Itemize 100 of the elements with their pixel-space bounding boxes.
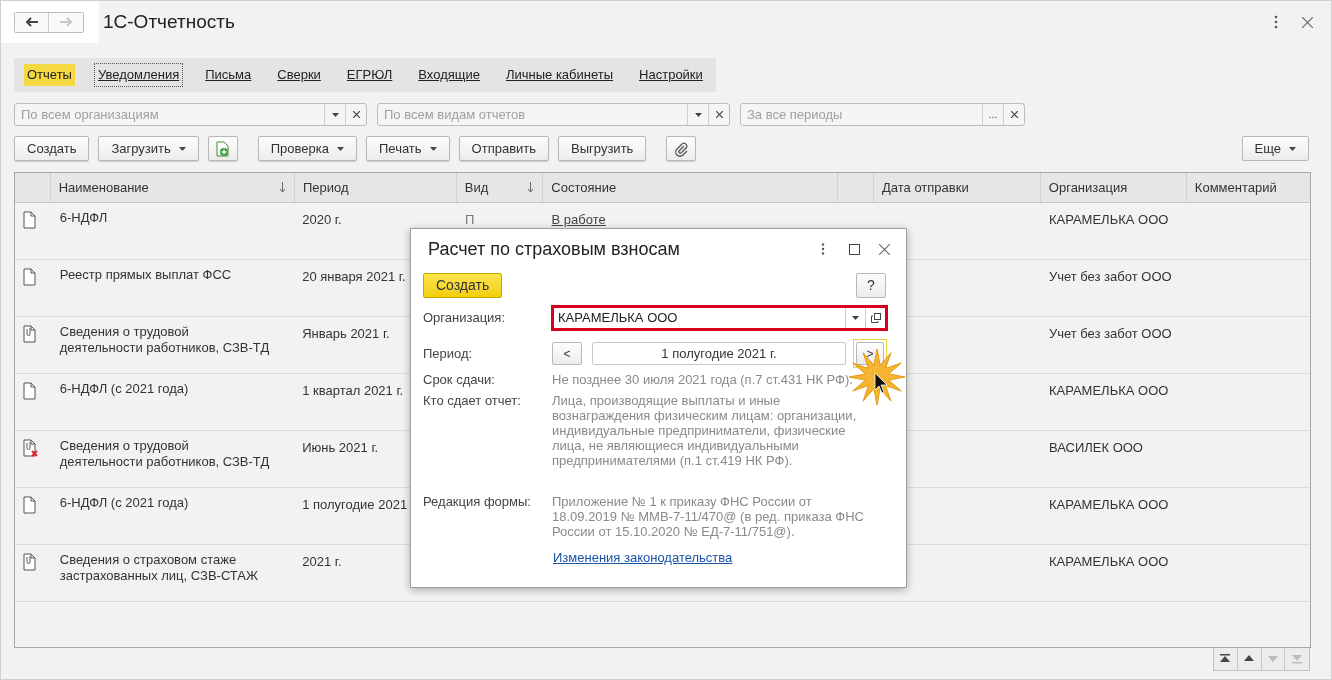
document-error-icon (22, 439, 38, 457)
table-cell: Реестр прямых выплат ФСС (59, 267, 232, 282)
table-cell: Сведения о трудовой деятельности работников, СЗВ-ТД (59, 438, 270, 469)
up-arrow-icon (1219, 654, 1232, 664)
period-field: 1 полугодие 2021 г. (592, 342, 846, 365)
more-icon[interactable] (1274, 15, 1278, 29)
table-cell: 2021 г. (302, 554, 342, 569)
caret-icon (331, 112, 339, 117)
table-cell: 6-НДФЛ (с 2021 года) (59, 381, 189, 396)
table-cell: Учет без забот ООО (1048, 326, 1172, 341)
field-label: Кто сдает отчет: (423, 393, 522, 410)
document-plus-icon (215, 140, 230, 157)
maximize-icon[interactable] (849, 243, 860, 255)
add-document-button[interactable] (207, 136, 238, 161)
legislation-link[interactable]: Изменения законодательства (553, 550, 733, 565)
organization-field[interactable]: КАРАМЕЛЬКА ООО (551, 305, 888, 331)
down-arrow-icon (1266, 654, 1279, 664)
caret-icon (337, 146, 344, 151)
table-cell: КАРАМЕЛЬКА ООО (1048, 212, 1169, 227)
document-icon (22, 496, 38, 514)
sort-arrow-icon (278, 182, 286, 193)
tab[interactable]: ЕГРЮЛ (343, 64, 396, 86)
filter-field[interactable]: По всем организациям (14, 103, 367, 126)
clipped-document-icon (22, 553, 38, 571)
filter-input[interactable]: По всем видам отчетов (378, 104, 687, 125)
column-header[interactable]: Состояние (543, 173, 839, 202)
column-header[interactable]: Дата отправки (874, 173, 1041, 202)
attach-button[interactable] (666, 136, 697, 161)
table-cell: КАРАМЕЛЬКА ООО (1048, 497, 1169, 512)
more-button[interactable]: Еще (1241, 136, 1309, 161)
caret-icon (852, 316, 859, 320)
close-icon (352, 111, 360, 118)
table-cell: 20 января 2021 г. (302, 269, 406, 284)
field-label: Организация: (423, 309, 507, 328)
column-header[interactable]: Комментарий (1186, 173, 1310, 202)
menu-button[interactable]: Печать (366, 136, 450, 161)
table-cell: Сведения о страховом стаже застрахованных лиц, СЗВ-СТАЖ (59, 552, 259, 583)
table-cell: Учет без забот ООО (1048, 269, 1172, 284)
caret-icon (178, 146, 186, 151)
sort-arrow-icon (527, 182, 535, 193)
toolbar-button[interactable]: Отправить (458, 136, 550, 161)
close-icon[interactable] (1302, 16, 1313, 28)
caret-icon (429, 146, 437, 151)
info-text: Приложение № 1 к приказу ФНС России от 18.09.2019 № ММВ-7-11/470@ (в ред. приказа ФНС России от 15.10.2020 № ЕД-7-11/751@). (552, 494, 865, 539)
menu-button[interactable]: Проверка (257, 136, 357, 161)
tab[interactable]: Личные кабинеты (502, 64, 617, 86)
close-icon (715, 111, 723, 118)
right-arrow-icon (59, 17, 73, 27)
table-cell: 2020 г. (302, 212, 342, 227)
filter-input[interactable]: По всем организациям (15, 104, 324, 125)
toolbar-button[interactable]: Создать (14, 136, 90, 161)
table-cell: Январь 2021 г. (302, 326, 390, 341)
dialog-title: Расчет по страховым взносам (428, 237, 681, 261)
down-arrow-icon (1291, 654, 1304, 664)
close-icon (1010, 111, 1018, 118)
tab[interactable]: Уведомления (94, 64, 183, 86)
close-icon[interactable] (879, 243, 890, 255)
document-icon (22, 268, 38, 286)
info-text: Лица, производящие выплаты и иные вознаграждения физическим лицам: организации, индивидуальные предприниматели, физические лица, не являющиеся индивидуальными предпринимателями (п.1 ст.419 НК РФ). (552, 393, 858, 468)
help-button[interactable]: ? (856, 273, 886, 298)
status-link[interactable]: В работе (551, 212, 606, 227)
table-cell: КАРАМЕЛЬКА ООО (1048, 554, 1169, 569)
up-arrow-icon (1243, 654, 1256, 664)
window-title: 1С-Отчетность (103, 9, 235, 34)
table-cell: 1 полугодие 2021 (302, 497, 408, 512)
info-text: Не позднее 30 июля 2021 года (п.7 ст.431 НК РФ). (552, 372, 854, 387)
tab[interactable]: Настройки (636, 64, 706, 86)
table-cell: КАРАМЕЛЬКА ООО (1048, 383, 1169, 398)
menu-button[interactable]: Загрузить (98, 136, 199, 161)
back-button[interactable] (15, 12, 49, 32)
column-header[interactable]: Наименование (50, 173, 295, 202)
field-label: Редакция формы: (423, 494, 532, 511)
create-button[interactable]: Создать (423, 273, 503, 298)
paperclip-icon (674, 140, 689, 157)
previous-button[interactable]: < (552, 342, 582, 365)
filter-field[interactable]: За все периоды ... (740, 103, 1025, 126)
column-header[interactable]: Вид (456, 173, 544, 202)
table-cell: П (465, 212, 475, 227)
tab[interactable]: Отчеты (24, 64, 75, 86)
document-icon (22, 382, 38, 400)
table-cell: 6-НДФЛ (59, 210, 108, 225)
caret-icon (1289, 146, 1296, 151)
column-header[interactable]: Период (294, 173, 457, 202)
tab[interactable]: Письма (202, 64, 255, 86)
table-cell: ВАСИЛЕК ООО (1048, 440, 1143, 455)
more-icon[interactable] (821, 243, 825, 255)
select-button[interactable]: ... (982, 104, 1003, 125)
tab[interactable]: Сверки (274, 64, 324, 86)
toolbar-button[interactable]: Выгрузить (558, 136, 647, 161)
table-cell: 6-НДФЛ (с 2021 года) (59, 495, 189, 510)
filter-field[interactable]: По всем видам отчетов (377, 103, 730, 126)
table-cell: 1 квартал 2021 г. (302, 383, 404, 398)
open-window-icon (870, 313, 881, 323)
table-cell: Сведения о трудовой деятельности работников, СЗВ-ТД (59, 324, 270, 355)
column-header[interactable]: Организация (1040, 173, 1187, 202)
field-label: Срок сдачи: (423, 372, 496, 387)
document-icon (22, 211, 38, 229)
tab[interactable]: Входящие (415, 64, 483, 86)
filter-input[interactable]: За все периоды (741, 104, 982, 125)
left-arrow-icon (24, 17, 39, 27)
